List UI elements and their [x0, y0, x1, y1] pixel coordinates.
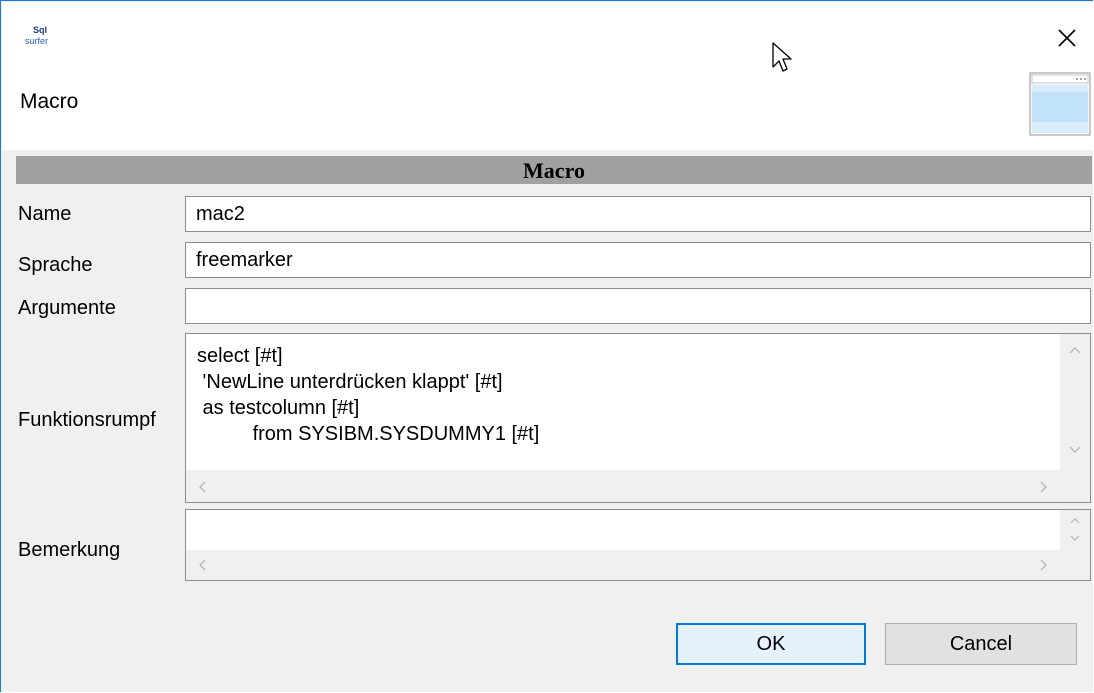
- remark-vertical-scrollbar[interactable]: [1060, 510, 1090, 550]
- chevron-down-icon[interactable]: [1070, 535, 1080, 542]
- language-label: Sprache: [18, 254, 93, 276]
- remark-editor[interactable]: [185, 509, 1091, 581]
- dialog-header: Sql surfer Macro: [2, 2, 1094, 150]
- app-logo-icon: Sql surfer: [24, 24, 58, 50]
- chevron-up-icon[interactable]: [1070, 517, 1080, 524]
- name-field[interactable]: [185, 196, 1091, 232]
- body-label: Funktionsrumpf: [18, 409, 156, 431]
- chevron-left-icon[interactable]: [198, 481, 206, 493]
- window-banner-icon: [1029, 72, 1091, 136]
- body-horizontal-scrollbar[interactable]: [186, 472, 1060, 502]
- chevron-up-icon[interactable]: [1069, 346, 1081, 354]
- body-vertical-scrollbar[interactable]: [1060, 334, 1090, 470]
- body-line-3: as testcolumn [#t]: [197, 397, 360, 419]
- mouse-pointer-icon: [772, 42, 792, 72]
- close-button[interactable]: [1042, 16, 1092, 60]
- remark-editor-text[interactable]: [186, 510, 1060, 550]
- logo-text-top: Sql: [33, 25, 47, 35]
- close-icon: [1058, 29, 1076, 47]
- dialog-title: Macro: [20, 90, 79, 113]
- body-line-2: 'NewLine unterdrücken klappt' [#t]: [197, 371, 503, 393]
- body-editor[interactable]: select [#t] 'NewLine unterdrücken klappt…: [185, 333, 1091, 503]
- body-line-4: from SYSIBM.SYSDUMMY1 [#t]: [197, 423, 540, 445]
- chevron-left-icon[interactable]: [198, 559, 206, 571]
- chevron-down-icon[interactable]: [1069, 446, 1081, 454]
- ok-button[interactable]: OK: [676, 623, 866, 665]
- remark-label: Bemerkung: [18, 539, 121, 561]
- body-line-1: select [#t]: [197, 345, 283, 367]
- name-label: Name: [18, 203, 72, 225]
- cancel-button[interactable]: Cancel: [885, 623, 1077, 665]
- body-editor-text[interactable]: select [#t] 'NewLine unterdrücken klappt…: [186, 334, 1060, 470]
- arguments-label: Argumente: [18, 297, 116, 319]
- section-title-bar: Macro: [16, 156, 1092, 184]
- language-field[interactable]: [185, 242, 1091, 278]
- logo-text-bottom: surfer: [25, 36, 48, 46]
- chevron-right-icon[interactable]: [1040, 559, 1048, 571]
- dialog-window: Sql surfer Macro Macro Name Sprache: [0, 0, 1094, 692]
- chevron-right-icon[interactable]: [1040, 481, 1048, 493]
- arguments-field[interactable]: [185, 288, 1091, 324]
- remark-horizontal-scrollbar[interactable]: [186, 550, 1060, 580]
